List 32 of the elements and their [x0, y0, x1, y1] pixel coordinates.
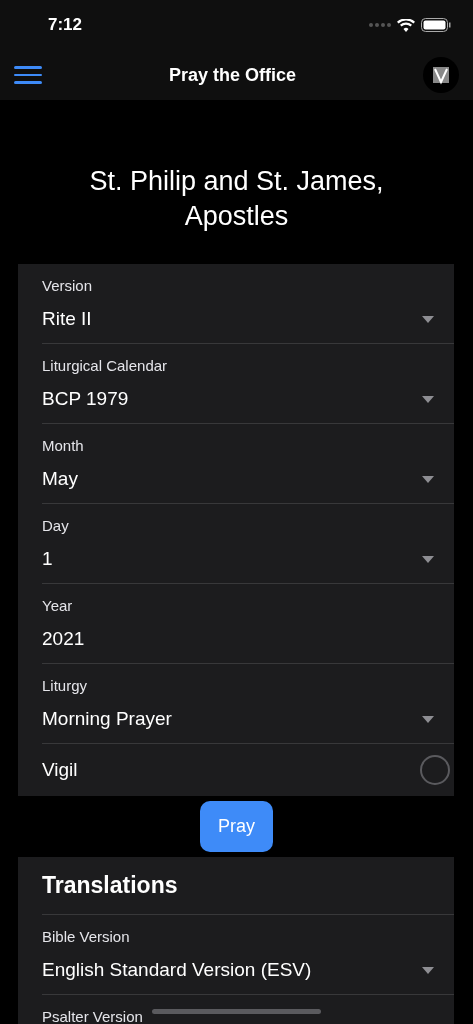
dropdown-caret-icon [422, 715, 434, 723]
field-label: Month [42, 436, 84, 456]
dropdown-select[interactable]: BCP 1979 [42, 382, 454, 416]
page-heading: St. Philip and St. James, Apostles [88, 165, 385, 233]
dropdown-select[interactable]: Morning Prayer [42, 702, 454, 736]
dropdown-caret-icon [422, 966, 434, 974]
dropdown-caret-icon [422, 395, 434, 403]
radio-toggle[interactable] [420, 755, 450, 785]
field-label: Bible Version [42, 927, 130, 947]
year-input-field[interactable]: 2021 [42, 622, 454, 656]
field-label: Vigil [42, 757, 78, 782]
nav-title: Pray the Office [168, 63, 296, 87]
field-label: Version [42, 276, 93, 296]
dropdown-select[interactable]: May [42, 462, 454, 496]
field-label: Year [42, 596, 73, 616]
dropdown-caret-icon [422, 315, 434, 323]
menu-button[interactable] [14, 66, 42, 84]
field-label: Day [42, 516, 69, 536]
field-label: Psalter Version [42, 1007, 143, 1024]
cellular-signal-icon [369, 23, 391, 27]
wifi-icon [397, 18, 415, 32]
battery-icon [421, 18, 451, 32]
field-label: Liturgy [42, 676, 88, 696]
dropdown-caret-icon [422, 475, 434, 483]
dropdown-caret-icon [422, 555, 434, 563]
field-label: Liturgical Calendar [42, 356, 168, 376]
status-time: 7:12 [48, 14, 83, 37]
dropdown-select[interactable]: English Standard Version (ESV) [42, 953, 454, 987]
logo-icon[interactable] [423, 57, 459, 93]
section-title: Translations [42, 871, 178, 901]
dropdown-select[interactable]: 1 [42, 542, 454, 576]
dropdown-select[interactable]: Rite II [42, 302, 454, 336]
